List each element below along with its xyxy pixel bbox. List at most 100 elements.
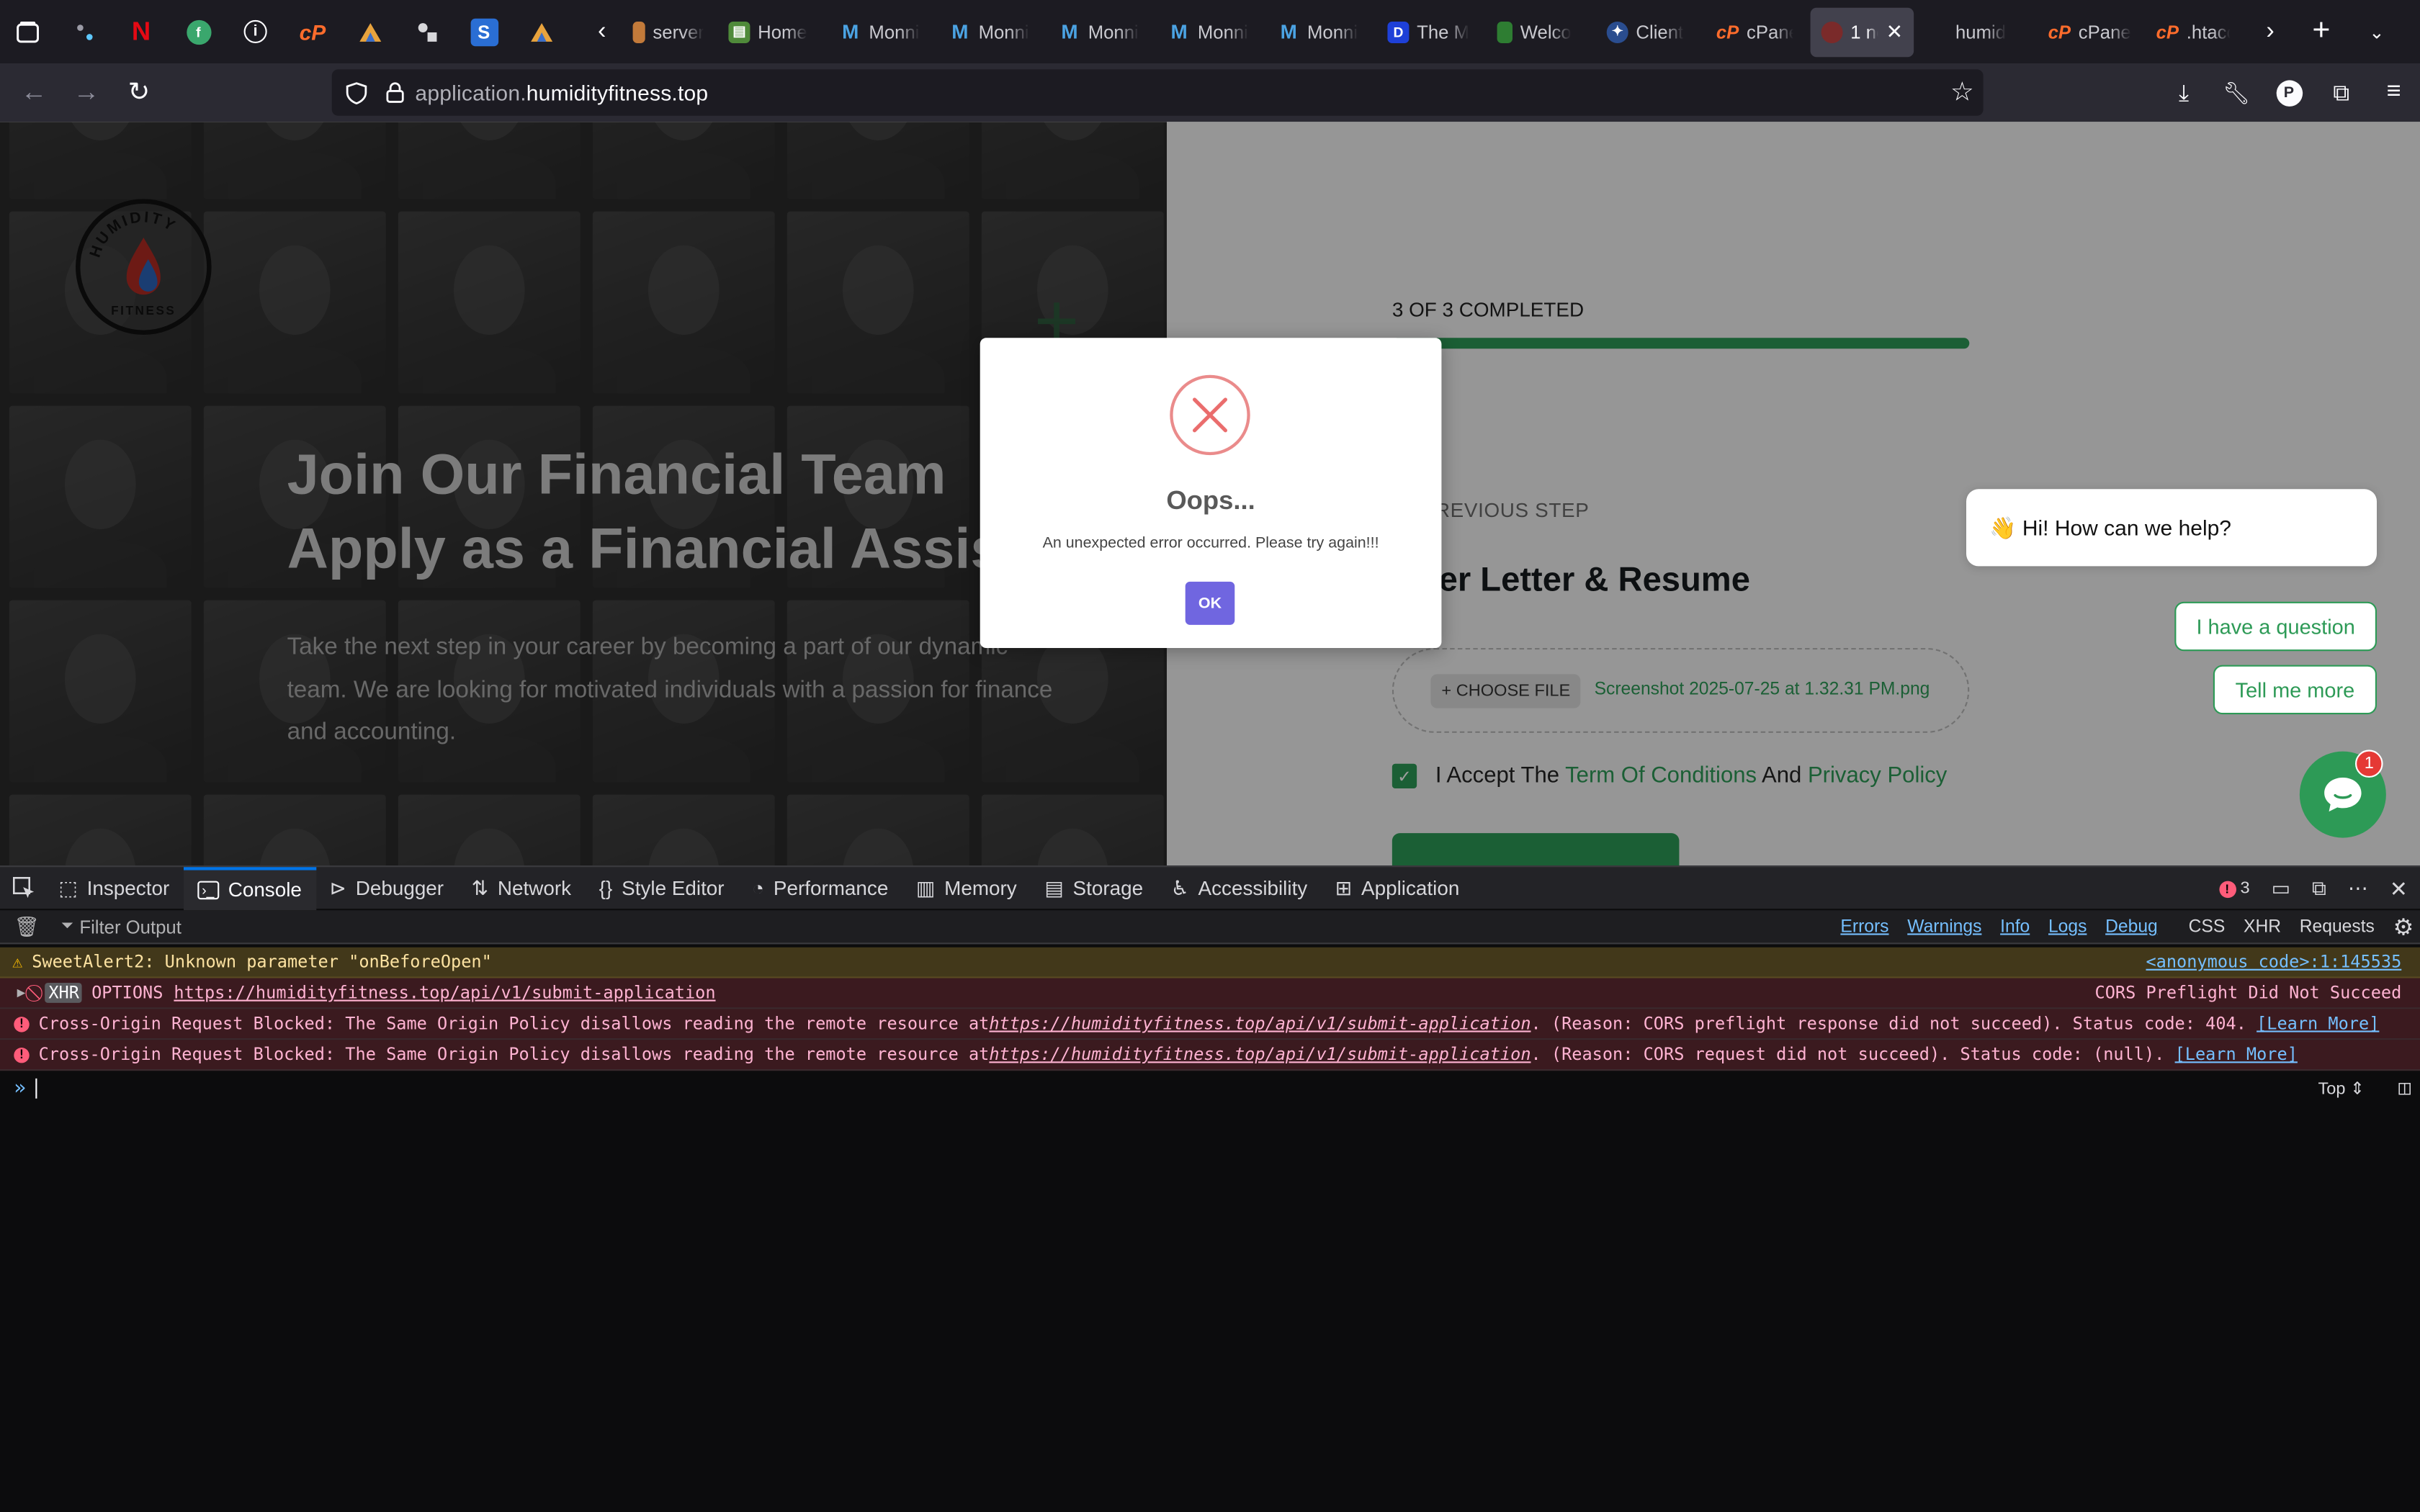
tab-3[interactable]: M Monni — [938, 7, 1048, 57]
console-settings-icon[interactable]: ⚙ — [2393, 914, 2414, 941]
filter-errors[interactable]: Errors — [1832, 914, 1899, 942]
shapes-icon — [417, 22, 436, 41]
pinned-tab-s[interactable]: S — [455, 0, 512, 63]
request-url-link[interactable]: https://humidityfitness.top/api/v1/submi… — [174, 983, 715, 1003]
tab-2[interactable]: M Monni — [829, 7, 938, 57]
learn-more-link[interactable]: [Learn More] — [2257, 1014, 2379, 1034]
address-bar[interactable]: application.humidityfitness.top ☆ — [331, 69, 1984, 116]
plus-icon: + — [2312, 14, 2331, 48]
tab-7[interactable]: D The M — [1376, 7, 1486, 57]
tab-overview-icon[interactable] — [0, 0, 55, 63]
s-logo-icon: S — [470, 17, 498, 46]
back-button[interactable]: ← — [8, 66, 60, 119]
tab-label: Storage — [1072, 876, 1144, 900]
context-selector[interactable]: Top ⇕ — [2318, 1078, 2365, 1098]
filter-css[interactable]: CSS — [2179, 914, 2234, 942]
app-menu-button[interactable]: ≡ — [2367, 66, 2420, 119]
info-icon: i — [243, 19, 267, 44]
error-count-badge[interactable]: ! 3 — [2218, 879, 2250, 898]
pinned-tab-green[interactable]: f — [170, 0, 227, 63]
scroll-tabs-right-button[interactable]: › — [2247, 0, 2293, 63]
filter-xhr[interactable]: XHR — [2234, 914, 2290, 942]
element-picker-button[interactable] — [0, 866, 45, 909]
mountain-icon — [530, 22, 552, 41]
clear-console-icon[interactable]: 🗑︎ — [14, 914, 39, 939]
tab-accessibility[interactable]: ♿︎ Accessibility — [1157, 866, 1321, 909]
editor-mode-icon[interactable]: ◫ — [2398, 1076, 2411, 1099]
tab-12[interactable]: humid — [1945, 7, 2038, 57]
pinned-tab-cpanel[interactable]: cP — [284, 0, 341, 63]
tab-inspector[interactable]: ⬚ Inspector — [45, 866, 183, 909]
dock-side-icon[interactable]: ⧉ — [2312, 876, 2326, 901]
debugger-icon: ⊳ — [329, 876, 346, 899]
pinned-tab-netflix[interactable]: N — [112, 0, 169, 63]
console-input-line[interactable]: » Top ⇕ ◫ — [0, 1072, 2420, 1103]
filter-warnings[interactable]: Warnings — [1898, 914, 1991, 942]
tab-style-editor[interactable]: {} Style Editor — [585, 866, 738, 909]
navigation-toolbar: ← → ↻ application.humidityfitness.top ☆ … — [0, 63, 2420, 122]
tab-label: Monni — [1307, 20, 1358, 42]
tab-performance[interactable]: ◔ Performance — [738, 866, 902, 909]
tab-8[interactable]: Welco — [1487, 7, 1596, 57]
split-console-icon[interactable]: ▭ — [2272, 876, 2290, 901]
tab-6[interactable]: M Monni — [1267, 7, 1376, 57]
resource-url-link[interactable]: https://humidityfitness.top/api/v1/submi… — [989, 1045, 1531, 1065]
tab-storage[interactable]: ▤ Storage — [1031, 866, 1157, 909]
downloads-button[interactable]: ⤓ — [2158, 66, 2210, 119]
tab-application[interactable]: ⊞ Application — [1322, 866, 1474, 909]
tab-0[interactable]: server — [622, 7, 718, 57]
tab-memory[interactable]: ▥ Memory — [902, 866, 1031, 909]
pinned-tab-mountain-2[interactable] — [512, 0, 569, 63]
list-all-tabs-button[interactable]: ⌄ — [2349, 0, 2404, 63]
more-options-icon[interactable]: ⋯ — [2348, 876, 2368, 901]
arrow-right-icon: → — [73, 77, 100, 107]
pinned-tab-mountain-1[interactable] — [341, 0, 398, 63]
chat-option-question[interactable]: I have a question — [2174, 601, 2377, 652]
pinned-tab-dots[interactable] — [55, 0, 112, 63]
cpanel-favicon-icon: cP — [2048, 20, 2071, 42]
tab-9[interactable]: ✦ Client — [1596, 7, 1706, 57]
tab-1[interactable]: ▤ Home — [717, 7, 828, 57]
filter-requests[interactable]: Requests — [2290, 914, 2384, 942]
tab-network[interactable]: ⇅ Network — [457, 866, 585, 909]
close-devtools-icon[interactable]: ✕ — [2390, 876, 2408, 901]
shield-icon — [344, 81, 369, 104]
tab-debugger[interactable]: ⊳ Debugger — [315, 866, 457, 909]
pinned-tab-info[interactable]: i — [227, 0, 284, 63]
extensions-button[interactable]: ⧉ — [2315, 66, 2367, 119]
tab-4[interactable]: M Monni — [1048, 7, 1157, 57]
filter-info[interactable]: Info — [1991, 914, 2039, 942]
pinned-tab-apps[interactable] — [398, 0, 455, 63]
reload-button[interactable]: ↻ — [112, 66, 165, 119]
resource-url-link[interactable]: https://humidityfitness.top/api/v1/submi… — [989, 1014, 1531, 1034]
learn-more-link[interactable]: [Learn More] — [2175, 1045, 2298, 1065]
error-icon: ! — [2218, 880, 2236, 898]
message-text: SweetAlert2: Unknown parameter "onBefore… — [32, 952, 492, 972]
filter-debug[interactable]: Debug — [2096, 914, 2166, 942]
message-source-link[interactable]: <anonymous code>:1:145535 — [2146, 952, 2401, 972]
tab-console[interactable]: ›_ Console — [183, 866, 316, 910]
tools-button[interactable]: 🔧︎ — [2210, 66, 2263, 119]
bookmark-star-icon[interactable]: ☆ — [1950, 77, 1974, 108]
tab-10[interactable]: cP cPane — [1706, 7, 1804, 57]
wrench-icon: 🔧︎ — [2222, 79, 2251, 104]
puzzle-icon: ⧉ — [2333, 79, 2350, 106]
tab-label: Monni — [1197, 20, 1248, 42]
tab-5[interactable]: M Monni — [1157, 7, 1267, 57]
monni-favicon-icon: M — [1170, 19, 1188, 44]
account-button[interactable]: P — [2262, 66, 2315, 119]
new-tab-button[interactable]: + — [2293, 0, 2349, 63]
close-tab-icon[interactable]: ✕ — [1886, 19, 1903, 44]
forward-button[interactable]: → — [60, 66, 113, 119]
memory-chip-icon: ▥ — [915, 876, 936, 899]
console-message-xhr[interactable]: ▶ ⃠ XHR OPTIONS https://humidityfitness.… — [0, 978, 2420, 1009]
ok-button[interactable]: OK — [1185, 581, 1235, 625]
filter-output-input[interactable]: Filter Output — [79, 916, 181, 937]
tab-active[interactable]: 1 ne ✕ — [1810, 6, 1914, 57]
scroll-tabs-left-button[interactable]: ‹ — [582, 0, 622, 63]
expand-arrow-icon[interactable]: ▶ — [17, 985, 26, 1000]
filter-logs[interactable]: Logs — [2039, 914, 2096, 942]
tab-14[interactable]: cP .htacc — [2146, 7, 2241, 57]
tab-13[interactable]: cP cPane — [2038, 7, 2146, 57]
chat-option-tell-more[interactable]: Tell me more — [2213, 665, 2377, 715]
